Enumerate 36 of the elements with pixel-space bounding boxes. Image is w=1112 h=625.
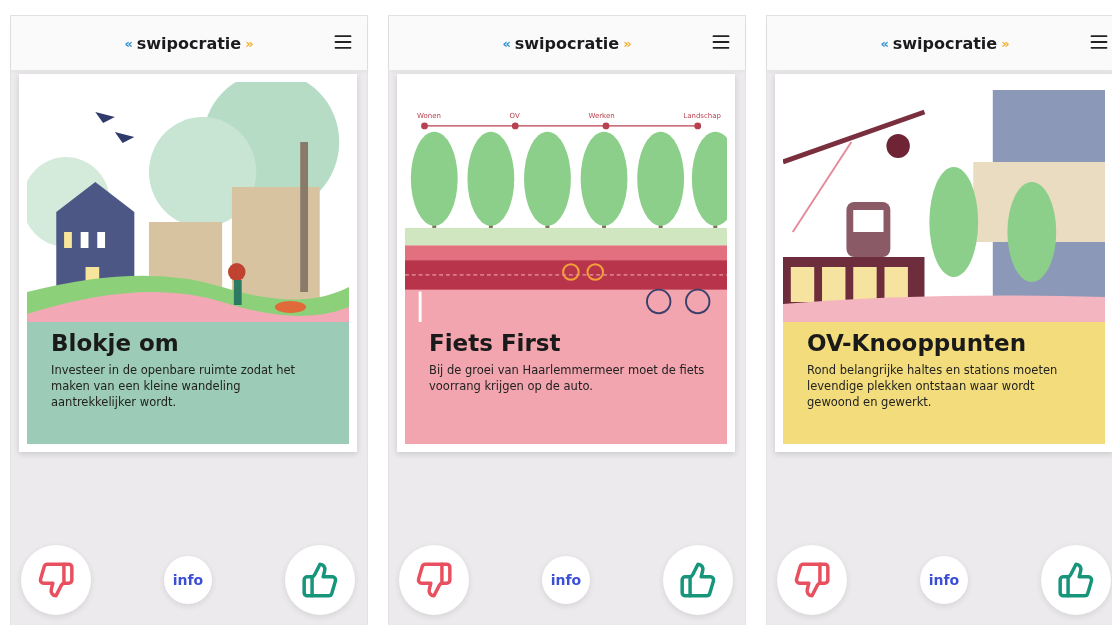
dislike-button[interactable] xyxy=(399,545,469,615)
logo-quote-mark: » xyxy=(1001,35,1010,51)
menu-icon xyxy=(711,32,731,52)
like-button[interactable] xyxy=(285,545,355,615)
thumbs-down-icon xyxy=(37,561,75,599)
card-description: Bij de groei van Haarlemmermeer moet de fiets voorrang krijgen op de auto. xyxy=(429,362,705,395)
card-description: Investeer in de openbare ruimte zodat het maken van een kleine wandeling aantrekkelijker wordt. xyxy=(51,362,297,411)
thumbs-up-icon xyxy=(1057,561,1095,599)
logo-quote-mark: « xyxy=(502,35,511,51)
menu-button[interactable] xyxy=(333,32,353,52)
thumbs-up-icon xyxy=(301,561,339,599)
app-logo: swipocratie xyxy=(136,33,242,53)
like-button[interactable] xyxy=(663,545,733,615)
card-title: Fiets First xyxy=(429,330,562,356)
thumbs-down-icon xyxy=(415,561,453,599)
menu-icon xyxy=(333,32,353,52)
info-button[interactable]: info xyxy=(164,556,212,604)
logo-quote-mark: » xyxy=(245,35,254,51)
info-button[interactable]: info xyxy=(542,556,590,604)
card-description: Rond belangrijke haltes en stations moeten levendige plekken ontstaan waar wordt gewoond en gewerkt. xyxy=(807,362,1059,411)
menu-button[interactable] xyxy=(711,32,731,52)
menu-icon xyxy=(1089,32,1109,52)
thumbs-down-icon xyxy=(793,561,831,599)
app-logo: swipocratie xyxy=(892,33,998,53)
dislike-button[interactable] xyxy=(777,545,847,615)
thumbs-up-icon xyxy=(679,561,717,599)
logo-quote-mark: « xyxy=(880,35,889,51)
card-title: OV-Knooppunten xyxy=(807,330,1028,356)
info-button[interactable]: info xyxy=(920,556,968,604)
menu-button[interactable] xyxy=(1089,32,1109,52)
logo-quote-mark: « xyxy=(124,35,133,51)
like-button[interactable] xyxy=(1041,545,1111,615)
card-title: Blokje om xyxy=(51,330,180,356)
app-logo: swipocratie xyxy=(514,33,620,53)
logo-quote-mark: » xyxy=(623,35,632,51)
dislike-button[interactable] xyxy=(21,545,91,615)
